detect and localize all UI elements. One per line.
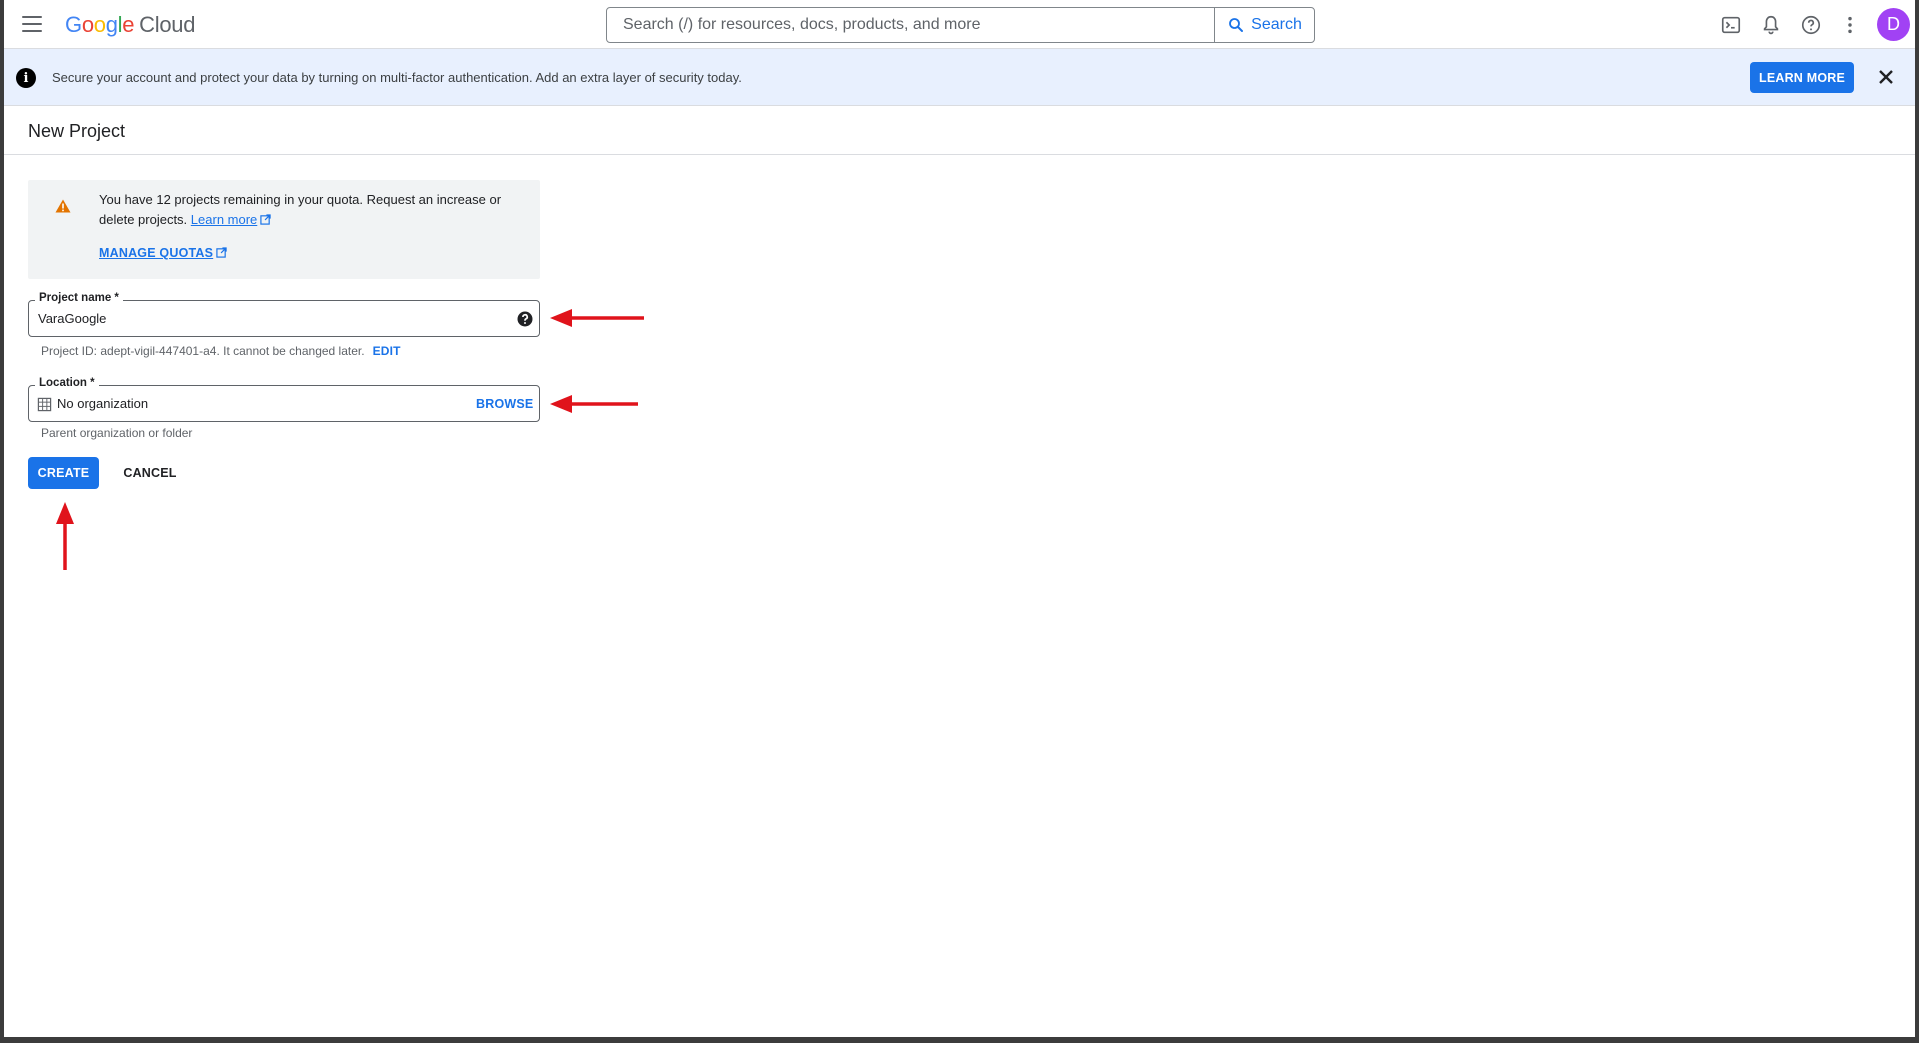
project-id-helper: Project ID: adept-vigil-447401-a4. It ca…	[41, 344, 401, 358]
help-icon[interactable]	[516, 310, 534, 328]
external-link-icon	[260, 214, 271, 225]
close-icon[interactable]	[1874, 65, 1898, 89]
location-label: Location *	[35, 377, 99, 389]
account-avatar[interactable]: D	[1877, 8, 1910, 41]
external-link-icon	[216, 247, 227, 258]
project-id-value: adept-vigil-447401-a4	[100, 344, 217, 358]
more-vert-icon[interactable]	[1836, 11, 1864, 39]
bell-icon[interactable]	[1757, 11, 1785, 39]
manage-quotas-link[interactable]: MANAGE QUOTAS	[99, 246, 227, 260]
location-field[interactable]: Location * No organization BROWSE	[28, 377, 540, 422]
top-bar: GoogleCloud Search D	[4, 0, 1915, 49]
search-icon	[1229, 18, 1244, 32]
mfa-banner: i Secure your account and protect your d…	[4, 49, 1915, 106]
browse-button[interactable]: BROWSE	[476, 397, 533, 411]
search-input[interactable]	[607, 8, 1214, 42]
search-box: Search	[606, 7, 1315, 43]
learn-more-button[interactable]: LEARN MORE	[1750, 62, 1854, 93]
logo-letter: o	[93, 12, 106, 37]
annotation-arrow-left-icon	[550, 395, 638, 413]
quota-notice: You have 12 projects remaining in your q…	[28, 180, 540, 279]
terminal-icon[interactable]	[1717, 11, 1745, 39]
search-button-label: Search	[1251, 16, 1302, 33]
main-menu-icon[interactable]	[22, 16, 42, 32]
manage-quotas-label: MANAGE QUOTAS	[99, 246, 214, 260]
organization-icon	[37, 397, 52, 412]
project-name-input[interactable]	[38, 311, 478, 326]
location-value: No organization	[57, 396, 149, 411]
location-helper: Parent organization or folder	[41, 426, 193, 440]
project-id-prefix: Project ID:	[41, 344, 101, 358]
quota-text: You have 12 projects remaining in your q…	[99, 190, 519, 230]
logo-letter: e	[122, 12, 135, 37]
edit-project-id-button[interactable]: EDIT	[373, 344, 401, 358]
create-button[interactable]: CREATE	[28, 457, 99, 489]
project-id-suffix: . It cannot be changed later.	[216, 344, 365, 358]
warning-icon	[55, 199, 71, 213]
banner-text: Secure your account and protect your dat…	[52, 70, 742, 85]
cancel-button[interactable]: CANCEL	[114, 457, 186, 489]
project-name-label: Project name *	[35, 292, 123, 304]
annotation-arrow-up-icon	[56, 502, 74, 570]
page-title: New Project	[28, 121, 126, 141]
google-cloud-logo[interactable]: Google Cloud	[65, 12, 195, 38]
quota-message: You have 12 projects remaining in your q…	[99, 192, 502, 227]
learn-more-link[interactable]: Learn more	[191, 212, 257, 227]
logo-letter: g	[105, 12, 118, 37]
info-icon: i	[16, 68, 36, 88]
header-divider	[4, 154, 1915, 155]
search-button[interactable]: Search	[1214, 8, 1314, 42]
browser-viewport: GoogleCloud Search D i Secure your accou…	[4, 0, 1915, 1037]
avatar-initial: D	[1887, 14, 1900, 34]
logo-letter: o	[81, 12, 94, 37]
annotation-arrow-left-icon	[550, 309, 644, 327]
help-circle-icon[interactable]	[1797, 11, 1825, 39]
logo-letter: G	[65, 12, 82, 37]
logo-cloud-text: Cloud	[139, 12, 196, 37]
project-name-field[interactable]: Project name *	[28, 292, 540, 337]
